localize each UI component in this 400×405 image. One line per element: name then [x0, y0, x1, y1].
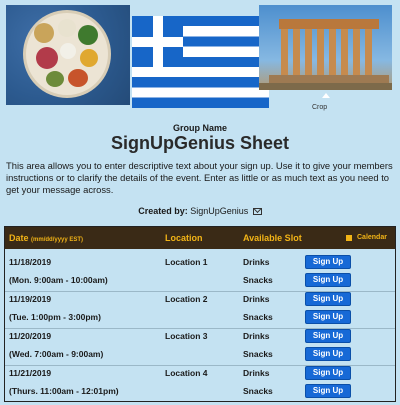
created-by: Created by: SignUpGenius	[0, 206, 400, 216]
table-row: (Mon. 9:00am - 10:00am) Snacks Sign Up	[5, 271, 395, 290]
time-cell: (Mon. 9:00am - 10:00am)	[9, 275, 108, 285]
sign-up-button[interactable]: Sign Up	[305, 273, 351, 287]
calendar-link[interactable]: Calendar	[357, 234, 387, 241]
table-row: 11/21/2019 Location 4 Drinks Sign Up	[5, 364, 395, 383]
group-name: Group Name	[172, 123, 227, 133]
date-cell: 11/19/2019	[9, 294, 52, 304]
date-cell: 11/21/2019	[9, 368, 52, 378]
slot-cell: Snacks	[243, 275, 273, 285]
slot-cell: Drinks	[243, 368, 270, 378]
crop-label[interactable]: Crop	[312, 104, 327, 111]
sign-up-button[interactable]: Sign Up	[305, 292, 351, 306]
time-cell: (Tue. 1:00pm - 3:00pm)	[9, 312, 101, 322]
location-cell: Location 3	[165, 331, 208, 341]
description-text: This area allows you to enter descriptiv…	[6, 160, 393, 195]
location-cell: Location 4	[165, 368, 208, 378]
time-cell: (Thurs. 11:00am - 12:01pm)	[9, 386, 119, 396]
slot-cell: Snacks	[243, 312, 273, 322]
slot-cell: Snacks	[243, 386, 273, 396]
banner-images: Crop	[0, 0, 400, 112]
greek-flag-image	[132, 16, 269, 108]
calendar-icon[interactable]	[346, 235, 352, 241]
table-row: (Tue. 1:00pm - 3:00pm) Snacks Sign Up	[5, 308, 395, 327]
slot-cell: Drinks	[243, 257, 270, 267]
table-header: Date (mm/dd/yyyy EST) Location Available…	[5, 227, 395, 249]
creator-name: SignUpGenius	[190, 206, 249, 216]
page-title: SignUpGenius Sheet	[110, 133, 290, 153]
date-column-header: Date (mm/dd/yyyy EST)	[9, 233, 83, 243]
sign-up-button[interactable]: Sign Up	[305, 384, 351, 398]
table-body: 11/18/2019 Location 1 Drinks Sign Up (Mo…	[5, 249, 395, 401]
date-header-label: Date	[9, 233, 29, 243]
table-row: 11/18/2019 Location 1 Drinks Sign Up	[5, 253, 395, 272]
food-platter-image	[6, 5, 130, 105]
slot-cell: Drinks	[243, 331, 270, 341]
slot-cell: Drinks	[243, 294, 270, 304]
date-cell: 11/18/2019	[9, 257, 52, 267]
sign-up-button[interactable]: Sign Up	[305, 310, 351, 324]
sign-up-button[interactable]: Sign Up	[305, 366, 351, 380]
location-column-header: Location	[165, 233, 203, 243]
table-row: (Wed. 7:00am - 9:00am) Snacks Sign Up	[5, 345, 395, 364]
envelope-icon[interactable]	[252, 208, 262, 215]
slot-column-header: Available Slot	[243, 233, 302, 243]
time-cell: (Wed. 7:00am - 9:00am)	[9, 349, 104, 359]
slot-cell: Snacks	[243, 349, 273, 359]
table-row: 11/19/2019 Location 2 Drinks Sign Up	[5, 290, 395, 309]
created-by-label: Created by:	[138, 206, 188, 216]
signup-table: Date (mm/dd/yyyy EST) Location Available…	[4, 226, 396, 402]
table-row: (Thurs. 11:00am - 12:01pm) Snacks Sign U…	[5, 382, 395, 401]
parthenon-image	[259, 5, 392, 90]
date-format-label: (mm/dd/yyyy EST)	[31, 237, 84, 243]
sign-up-button[interactable]: Sign Up	[305, 347, 351, 361]
location-cell: Location 1	[165, 257, 208, 267]
table-row: 11/20/2019 Location 3 Drinks Sign Up	[5, 327, 395, 346]
crop-handle-icon[interactable]	[322, 93, 330, 98]
date-cell: 11/20/2019	[9, 331, 52, 341]
sign-up-button[interactable]: Sign Up	[305, 255, 351, 269]
location-cell: Location 2	[165, 294, 208, 304]
sign-up-button[interactable]: Sign Up	[305, 329, 351, 343]
